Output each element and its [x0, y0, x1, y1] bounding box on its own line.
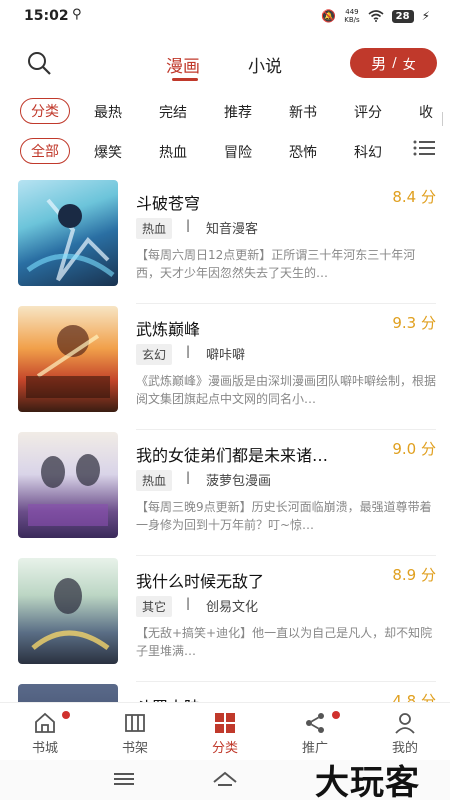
book-title[interactable]: 斗罗大陆	[136, 694, 200, 702]
book-score: 8.4 分	[392, 188, 436, 206]
wifi-icon	[368, 10, 384, 22]
book-item[interactable]: 武炼巅峰 9.3 分 玄幻 | 噼咔噼 《武炼巅峰》漫画版是由深圳漫画团队噼咔噼…	[0, 306, 450, 432]
bottom-nav: 书城 书架 分类 推广 我的	[0, 702, 450, 761]
book-item[interactable]: 我的女徒弟们都是未来诸… 9.0 分 热血 | 菠萝包漫画 【每周三晚9点更新】…	[0, 432, 450, 558]
book-item[interactable]: 斗破苍穹 8.4 分 热血 | 知音漫客 【每周六周日12点更新】正所谓三十年河…	[0, 180, 450, 306]
nav-label: 我的	[391, 741, 418, 756]
book-author: 知音漫客	[206, 222, 259, 237]
genre-horror[interactable]: 恐怖	[289, 142, 317, 162]
user-icon	[395, 713, 415, 734]
nav-bookstore[interactable]: 书城	[0, 703, 90, 761]
usb-icon: ⚲	[72, 7, 82, 22]
book-tag: 其它	[136, 596, 173, 617]
book-cover[interactable]	[18, 684, 118, 702]
gender-male[interactable]: 男	[371, 53, 386, 74]
divider	[136, 555, 436, 556]
sort-category-pill[interactable]: 分类	[20, 98, 70, 124]
share-icon	[306, 713, 324, 733]
tag-separator: |	[186, 344, 191, 358]
divider	[136, 681, 436, 682]
tag-separator: |	[186, 596, 191, 610]
book-title[interactable]: 武炼巅峰	[136, 316, 200, 340]
gender-separator: /	[392, 55, 397, 71]
nav-label: 分类	[211, 741, 238, 756]
book-score: 8.9 分	[392, 566, 436, 584]
gender-female[interactable]: 女	[403, 54, 416, 73]
status-time: 15:02	[24, 8, 69, 24]
nav-label: 书架	[121, 741, 148, 756]
tag-separator: |	[186, 470, 191, 484]
charging-icon: ⚡	[421, 9, 430, 23]
row-scroll-hint	[442, 112, 450, 126]
genre-scifi[interactable]: 科幻	[354, 142, 382, 162]
nav-label: 书城	[31, 741, 58, 756]
nav-promote[interactable]: 推广	[270, 703, 360, 761]
sort-new[interactable]: 新书	[289, 102, 317, 122]
divider	[136, 429, 436, 430]
sort-rating[interactable]: 评分	[354, 102, 382, 122]
book-title[interactable]: 我的女徒弟们都是未来诸…	[136, 442, 328, 466]
book-author: 菠萝包漫画	[206, 474, 272, 489]
book-cover[interactable]	[18, 432, 118, 538]
status-icons: 🔕 449 KB/s 28 ⚡	[321, 8, 430, 24]
book-item[interactable]: 斗罗大陆 4.8 分	[0, 684, 450, 702]
home-icon	[35, 712, 55, 733]
watermark-logo: 大玩客	[315, 763, 420, 803]
tab-novels[interactable]: 小说	[248, 52, 282, 77]
menu-icon[interactable]	[114, 772, 134, 786]
book-tag: 玄幻	[136, 344, 173, 365]
book-description: 【每周六周日12点更新】正所谓三十年河东三十年河西，天才少年因忽然失去了天生的…	[136, 248, 416, 280]
book-tag: 热血	[136, 218, 173, 239]
list-view-icon[interactable]	[413, 140, 435, 156]
book-tag: 热血	[136, 470, 173, 491]
book-score: 9.3 分	[392, 314, 436, 332]
search-icon[interactable]	[26, 50, 52, 76]
tag-separator: |	[186, 218, 191, 232]
book-cover[interactable]	[18, 558, 118, 664]
book-description: 【每周三晚9点更新】历史长河面临崩溃，最强道尊带着一身修为回到十万年前？叮~惊…	[136, 500, 432, 532]
nav-category[interactable]: 分类	[180, 703, 270, 761]
book-author: 噼咔噼	[206, 348, 246, 363]
network-speed: 449 KB/s	[344, 8, 360, 24]
book-score: 4.8 分	[392, 692, 436, 702]
tab-active-indicator	[172, 78, 198, 81]
book-title[interactable]: 我什么时候无敌了	[136, 568, 264, 592]
tab-comics[interactable]: 漫画	[166, 52, 200, 77]
mute-icon: 🔕	[321, 9, 337, 23]
book-description: 【无敌+搞笑+迪化】他一直以为自己是凡人，却不知院子里堆满…	[136, 626, 433, 658]
nav-label: 推广	[301, 741, 328, 756]
notification-dot	[62, 711, 70, 719]
sort-hot[interactable]: 最热	[94, 102, 122, 122]
sort-collect[interactable]: 收	[419, 102, 433, 122]
status-bar: 15:02 ⚲ 🔕 449 KB/s 28 ⚡	[0, 0, 450, 34]
genre-funny[interactable]: 爆笑	[94, 142, 122, 162]
gender-toggle[interactable]: 男 / 女	[350, 48, 437, 78]
bookshelf-icon	[125, 714, 145, 732]
category-icon	[215, 713, 235, 733]
nav-profile[interactable]: 我的	[360, 703, 450, 761]
sort-finished[interactable]: 完结	[159, 102, 187, 122]
book-title[interactable]: 斗破苍穹	[136, 190, 200, 214]
book-score: 9.0 分	[392, 440, 436, 458]
home-nav-icon[interactable]	[212, 770, 238, 788]
genre-all-pill[interactable]: 全部	[20, 138, 70, 164]
book-cover[interactable]	[18, 180, 118, 286]
book-item[interactable]: 我什么时候无敌了 8.9 分 其它 | 创易文化 【无敌+搞笑+迪化】他一直以为…	[0, 558, 450, 684]
book-description: 《武炼巅峰》漫画版是由深圳漫画团队噼咔噼绘制，根据阅文集团旗起点中文网的同名小…	[136, 374, 436, 406]
battery-icon: 28	[391, 9, 414, 23]
divider	[136, 303, 436, 304]
genre-adventure[interactable]: 冒险	[224, 142, 252, 162]
book-cover[interactable]	[18, 306, 118, 412]
sort-recommend[interactable]: 推荐	[224, 102, 252, 122]
nav-bookshelf[interactable]: 书架	[90, 703, 180, 761]
book-author: 创易文化	[206, 600, 259, 615]
top-bar: 漫画 小说 男 / 女	[0, 40, 450, 88]
genre-action[interactable]: 热血	[159, 142, 187, 162]
notification-dot	[332, 711, 340, 719]
